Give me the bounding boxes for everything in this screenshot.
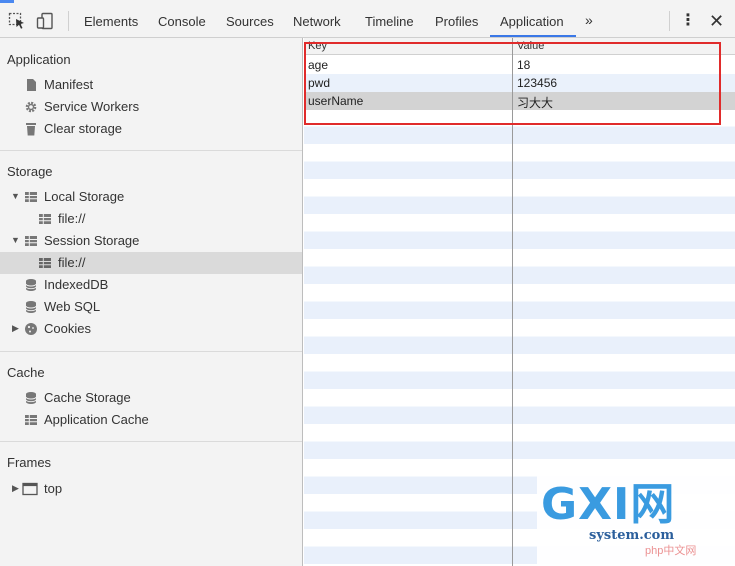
sidebar-item-label: Cache Storage	[44, 390, 131, 405]
sidebar-item-cookies[interactable]: ▶ Cookies	[0, 318, 302, 340]
table-icon	[25, 192, 37, 202]
sidebar-item-label: file://	[58, 255, 86, 270]
sidebar-item-local-storage[interactable]: ▼ Local Storage	[0, 186, 302, 208]
devtools-toolbar: Elements Console Sources Network Timelin…	[0, 0, 735, 38]
table-icon	[39, 258, 51, 268]
table-icon	[25, 236, 37, 246]
sidebar-item-indexeddb[interactable]: IndexedDB	[0, 274, 302, 296]
sidebar-item-application-cache[interactable]: Application Cache	[0, 409, 302, 431]
sidebar-item-label: Service Workers	[44, 99, 140, 114]
frame-icon	[22, 482, 38, 496]
active-tab-indicator	[490, 35, 576, 37]
tab-profiles[interactable]: Profiles	[435, 14, 478, 29]
application-sidebar: Application Manifest Service Workers Cle…	[0, 38, 303, 566]
tab-sources[interactable]: Sources	[226, 14, 274, 29]
sidebar-item-label: Web SQL	[44, 299, 101, 314]
window-accent	[0, 0, 14, 3]
tab-elements[interactable]: Elements	[84, 14, 138, 29]
tab-network[interactable]: Network	[293, 14, 341, 29]
document-icon	[27, 79, 36, 91]
watermark-tag: php中文网	[645, 545, 697, 557]
watermark: GXI网 system.com php中文网	[537, 466, 735, 566]
sidebar-item-label: Manifest	[44, 77, 94, 92]
sidebar-item-label: Cookies	[44, 321, 91, 336]
section-title-cache: Cache	[7, 365, 45, 380]
sidebar-item-label: file://	[58, 211, 86, 226]
collapse-arrow-icon[interactable]: ▶	[12, 483, 19, 494]
watermark-domain: system.com	[589, 528, 675, 543]
sidebar-item-clear-storage[interactable]: Clear storage	[0, 118, 302, 140]
section-title-frames: Frames	[7, 455, 52, 470]
database-icon	[25, 279, 37, 291]
watermark-logo-text: GXI网	[541, 479, 676, 530]
section-divider	[0, 351, 302, 352]
section-title-storage: Storage	[7, 164, 53, 179]
customize-menu-button[interactable]: ⋮	[680, 13, 696, 29]
sidebar-item-session-storage-file[interactable]: file://	[0, 252, 302, 274]
tab-console[interactable]: Console	[158, 14, 206, 29]
sidebar-item-session-storage[interactable]: ▼ Session Storage	[0, 230, 302, 252]
table-icon	[39, 214, 51, 224]
sidebar-item-label: IndexedDB	[44, 277, 109, 292]
section-title-application: Application	[7, 52, 71, 67]
sidebar-item-label: Application Cache	[44, 412, 149, 427]
sidebar-item-label: top	[44, 481, 63, 496]
tab-application[interactable]: Application	[500, 14, 564, 29]
gear-icon	[25, 101, 37, 113]
sidebar-item-local-storage-file[interactable]: file://	[0, 208, 302, 230]
table-icon	[25, 415, 37, 425]
close-devtools-button[interactable]: ✕	[709, 11, 724, 32]
cookie-icon	[25, 323, 37, 335]
inspect-element-icon[interactable]	[8, 12, 26, 30]
sidebar-item-websql[interactable]: Web SQL	[0, 296, 302, 318]
more-tabs-button[interactable]: »	[585, 12, 593, 28]
toolbar-divider	[68, 11, 69, 31]
sidebar-item-label: Local Storage	[44, 189, 125, 204]
sidebar-item-frame-top[interactable]: ▶ top	[0, 478, 302, 500]
section-divider	[0, 150, 302, 151]
section-divider	[0, 441, 302, 442]
expand-arrow-icon[interactable]: ▼	[11, 235, 20, 245]
database-icon	[25, 301, 37, 313]
collapse-arrow-icon[interactable]: ▶	[12, 323, 19, 334]
tab-timeline[interactable]: Timeline	[365, 14, 414, 29]
database-icon	[25, 392, 37, 404]
expand-arrow-icon[interactable]: ▼	[11, 191, 20, 201]
sidebar-item-label: Session Storage	[44, 233, 140, 248]
sidebar-item-service-workers[interactable]: Service Workers	[0, 96, 302, 118]
toolbar-divider-right	[669, 11, 670, 31]
sidebar-item-manifest[interactable]: Manifest	[0, 74, 302, 96]
sidebar-item-cache-storage[interactable]: Cache Storage	[0, 387, 302, 409]
device-toolbar-icon[interactable]	[36, 12, 54, 30]
sidebar-item-label: Clear storage	[44, 121, 123, 136]
highlight-box	[304, 42, 721, 125]
trash-icon	[26, 123, 36, 136]
